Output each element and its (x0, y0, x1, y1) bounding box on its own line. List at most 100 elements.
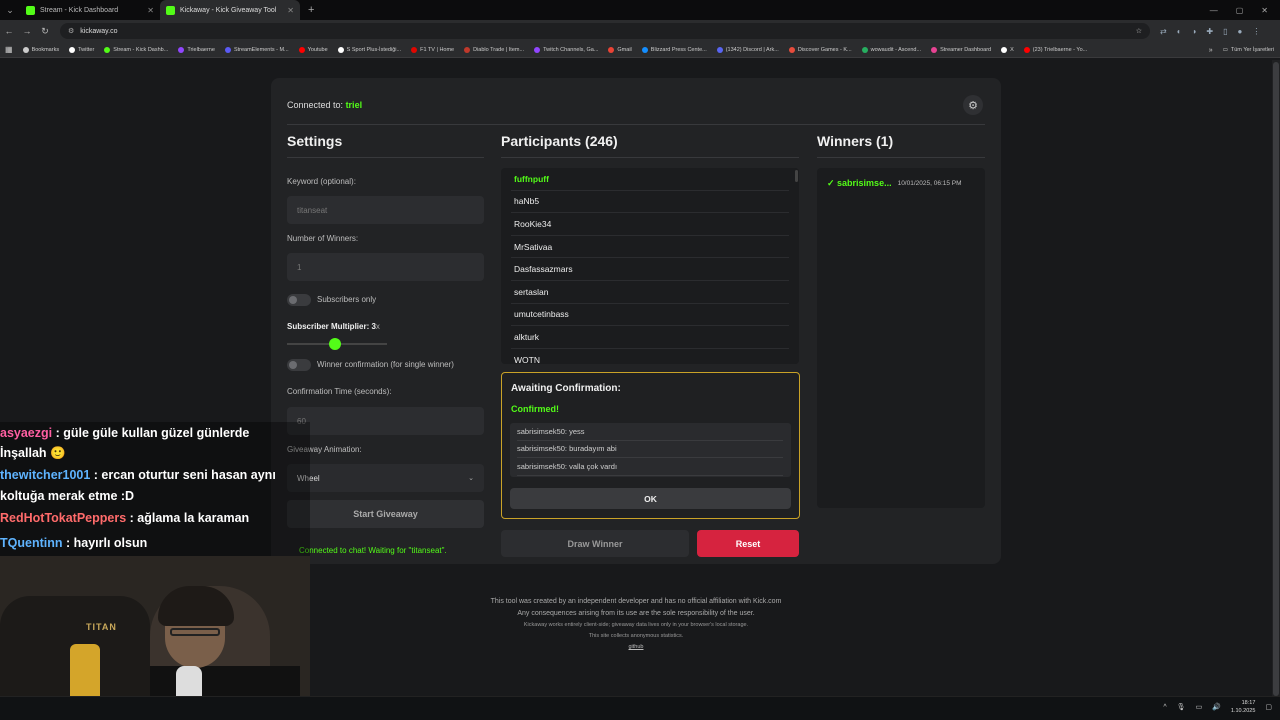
chat-text: : ercan oturtur seni hasan aynı (90, 468, 276, 482)
maximize-icon[interactable]: ▢ (1236, 6, 1244, 15)
participants-list[interactable]: fuffnpuff haNb5 RooKie34 MrSativaa Dasfassaz… (501, 168, 799, 364)
bookmark-favicon-icon (411, 46, 418, 53)
reset-button[interactable]: Reset (697, 530, 799, 557)
more-bookmarks-icon[interactable]: » (1209, 47, 1213, 54)
minimize-icon[interactable]: — (1210, 6, 1218, 15)
back-icon[interactable]: ← (0, 26, 18, 36)
bookmark-favicon-icon (464, 46, 471, 53)
close-tab-icon[interactable]: ✕ (287, 6, 294, 15)
participant-row: WOTN (511, 349, 789, 364)
bookmark-label: Discover Games - K... (797, 46, 852, 53)
animation-select[interactable]: Wheel ⌄ (287, 464, 484, 492)
bookmark-item[interactable]: F1 TV | Home (406, 46, 459, 53)
clock[interactable]: 18:17 1.10.2025 (1231, 699, 1255, 715)
bookmark-item[interactable]: Twitch Channels, Ga... (529, 46, 603, 53)
network-icon[interactable]: ▭ (1196, 703, 1203, 711)
close-tab-icon[interactable]: ✕ (147, 6, 154, 15)
bookmark-item[interactable]: Discover Games - K... (784, 46, 857, 53)
winners-title: Winners (1) (817, 133, 894, 149)
address-bar[interactable]: ⚙ kickaway.co ☆ (60, 23, 1150, 39)
microphone-icon[interactable]: 🎙 (1177, 703, 1186, 711)
start-giveaway-button[interactable]: Start Giveaway (287, 500, 484, 528)
participant-row: MrSativaa (511, 236, 789, 259)
bookmark-favicon-icon (716, 46, 723, 53)
bookmark-favicon-icon (1023, 46, 1030, 53)
bookmark-item[interactable]: wowaudit - Ascend... (857, 46, 926, 53)
tab-stream-dashboard[interactable]: Stream - Kick Dashboard ✕ (20, 0, 160, 20)
chat-text: : güle güle kullan güzel günlerde (52, 426, 250, 440)
all-bookmarks-label: Tüm Yer İşaretleri (1230, 47, 1274, 53)
participant-row: Dasfassazmars (511, 258, 789, 281)
translate-icon[interactable]: ⇄ (1160, 27, 1167, 36)
tab-kickaway[interactable]: Kickaway - Kick Giveaway Tool ✕ (160, 0, 300, 20)
new-tab-button[interactable]: + (300, 4, 322, 16)
ok-button[interactable]: OK (510, 488, 791, 509)
bookmark-favicon-icon (1001, 46, 1008, 53)
bookmark-item[interactable]: Trielbaerne (173, 46, 220, 53)
keyword-label: Keyword (optional): (287, 177, 356, 186)
all-bookmarks[interactable]: » ▭ Tüm Yer İşaretleri (1209, 42, 1274, 58)
bookmark-item[interactable]: StreamElements - M... (220, 46, 294, 53)
multiplier-slider-handle[interactable] (329, 338, 341, 350)
bookmark-item[interactable]: Gmail (603, 46, 636, 53)
participant-row: RooKie34 (511, 213, 789, 236)
extension-icon[interactable]: ◑ (1192, 27, 1197, 36)
browser-toolbar: ← → ↻ ⚙ kickaway.co ☆ ⇄ ◐ ◑ ✚ ▯ ● ⋮ (0, 20, 1280, 42)
clock-time: 18:17 (1241, 700, 1256, 706)
bookmark-favicon-icon (178, 46, 185, 53)
puzzle-icon[interactable]: ✚ (1206, 27, 1213, 36)
winner-confirmation-toggle[interactable] (287, 359, 311, 371)
volume-icon[interactable]: 🔊 (1212, 703, 1221, 711)
winner-entry[interactable]: ✓ sabrisimse... 10/01/2025, 06:15 PM (827, 178, 962, 189)
winner-messages[interactable]: sabrisimsek50: yess sabrisimsek50: burad… (510, 423, 791, 477)
subscribers-only-toggle[interactable] (287, 294, 311, 306)
draw-winner-button[interactable]: Draw Winner (501, 530, 689, 557)
menu-icon[interactable]: ⋮ (1252, 27, 1260, 36)
bookmark-label: X (1010, 46, 1014, 53)
bookmark-item[interactable]: Stream - Kick Dashb... (99, 46, 173, 53)
system-tray: ^ 🎙 ▭ 🔊 18:17 1.10.2025 ▢ (1163, 699, 1272, 715)
forward-icon[interactable]: → (18, 26, 36, 36)
bookmark-item[interactable]: Bookmarks (18, 46, 65, 53)
chevron-up-icon[interactable]: ^ (1163, 704, 1166, 711)
close-window-icon[interactable]: ✕ (1261, 6, 1268, 15)
reload-icon[interactable]: ↻ (36, 26, 54, 37)
winner-confirmation-label: Winner confirmation (for single winner) (317, 360, 454, 369)
sidebar-icon[interactable]: ▯ (1223, 27, 1227, 36)
notification-icon[interactable]: ▢ (1265, 703, 1272, 711)
bookmark-item[interactable]: Blizzard Press Cente... (637, 46, 712, 53)
profile-avatar-icon[interactable]: ● (1238, 27, 1243, 36)
chat-username: asyaezgi (0, 426, 53, 440)
page-scrollbar[interactable] (1272, 60, 1280, 696)
multiplier-text: Subscriber Multiplier: 3 (287, 322, 376, 331)
participants-scrollbar[interactable] (795, 168, 799, 364)
bookmark-favicon-icon (337, 46, 344, 53)
chevron-down-icon: ⌄ (468, 475, 474, 482)
apps-icon[interactable]: ▦ (0, 45, 18, 54)
bookmark-item[interactable]: Twitter (64, 46, 99, 53)
subscribers-only-label: Subscribers only (317, 295, 377, 304)
chair-stripe (70, 644, 100, 704)
chair-logo: TITAN (86, 622, 117, 632)
site-info-icon[interactable]: ⚙ (68, 27, 74, 35)
bookmark-item[interactable]: Streamer Dashboard (926, 46, 996, 53)
confirmation-time-input[interactable]: 60 (287, 407, 484, 435)
divider (817, 157, 985, 158)
bookmark-item[interactable]: (1342) Discord | Ark... (712, 46, 784, 53)
gear-icon[interactable]: ⚙ (963, 95, 983, 115)
bookmark-item[interactable]: S Sport Plus-İstediği... (333, 46, 406, 53)
bookmark-item[interactable]: Youtube (294, 46, 333, 53)
chat-line: asyaezgi : güle güle kullan güzel günler… (0, 426, 310, 440)
bookmark-item[interactable]: (23) Trielbaerne - Yo... (1019, 46, 1092, 53)
extension-icon[interactable]: ◐ (1177, 27, 1182, 36)
keyword-input[interactable]: titanseat (287, 196, 484, 224)
giveaway-card: Connected to: triel ⚙ Settings Keyword (… (271, 78, 1001, 564)
bookmark-label: wowaudit - Ascend... (870, 46, 922, 53)
bookmark-star-icon[interactable]: ☆ (1136, 27, 1142, 35)
tab-label: Kickaway - Kick Giveaway Tool (180, 6, 277, 14)
bookmark-favicon-icon (788, 46, 795, 53)
bookmark-item[interactable]: Diablo Trade | Item... (459, 46, 529, 53)
winners-count-input[interactable]: 1 (287, 253, 484, 281)
tab-search-icon[interactable]: ⌄ (0, 0, 20, 20)
bookmark-item[interactable]: X (996, 46, 1019, 53)
